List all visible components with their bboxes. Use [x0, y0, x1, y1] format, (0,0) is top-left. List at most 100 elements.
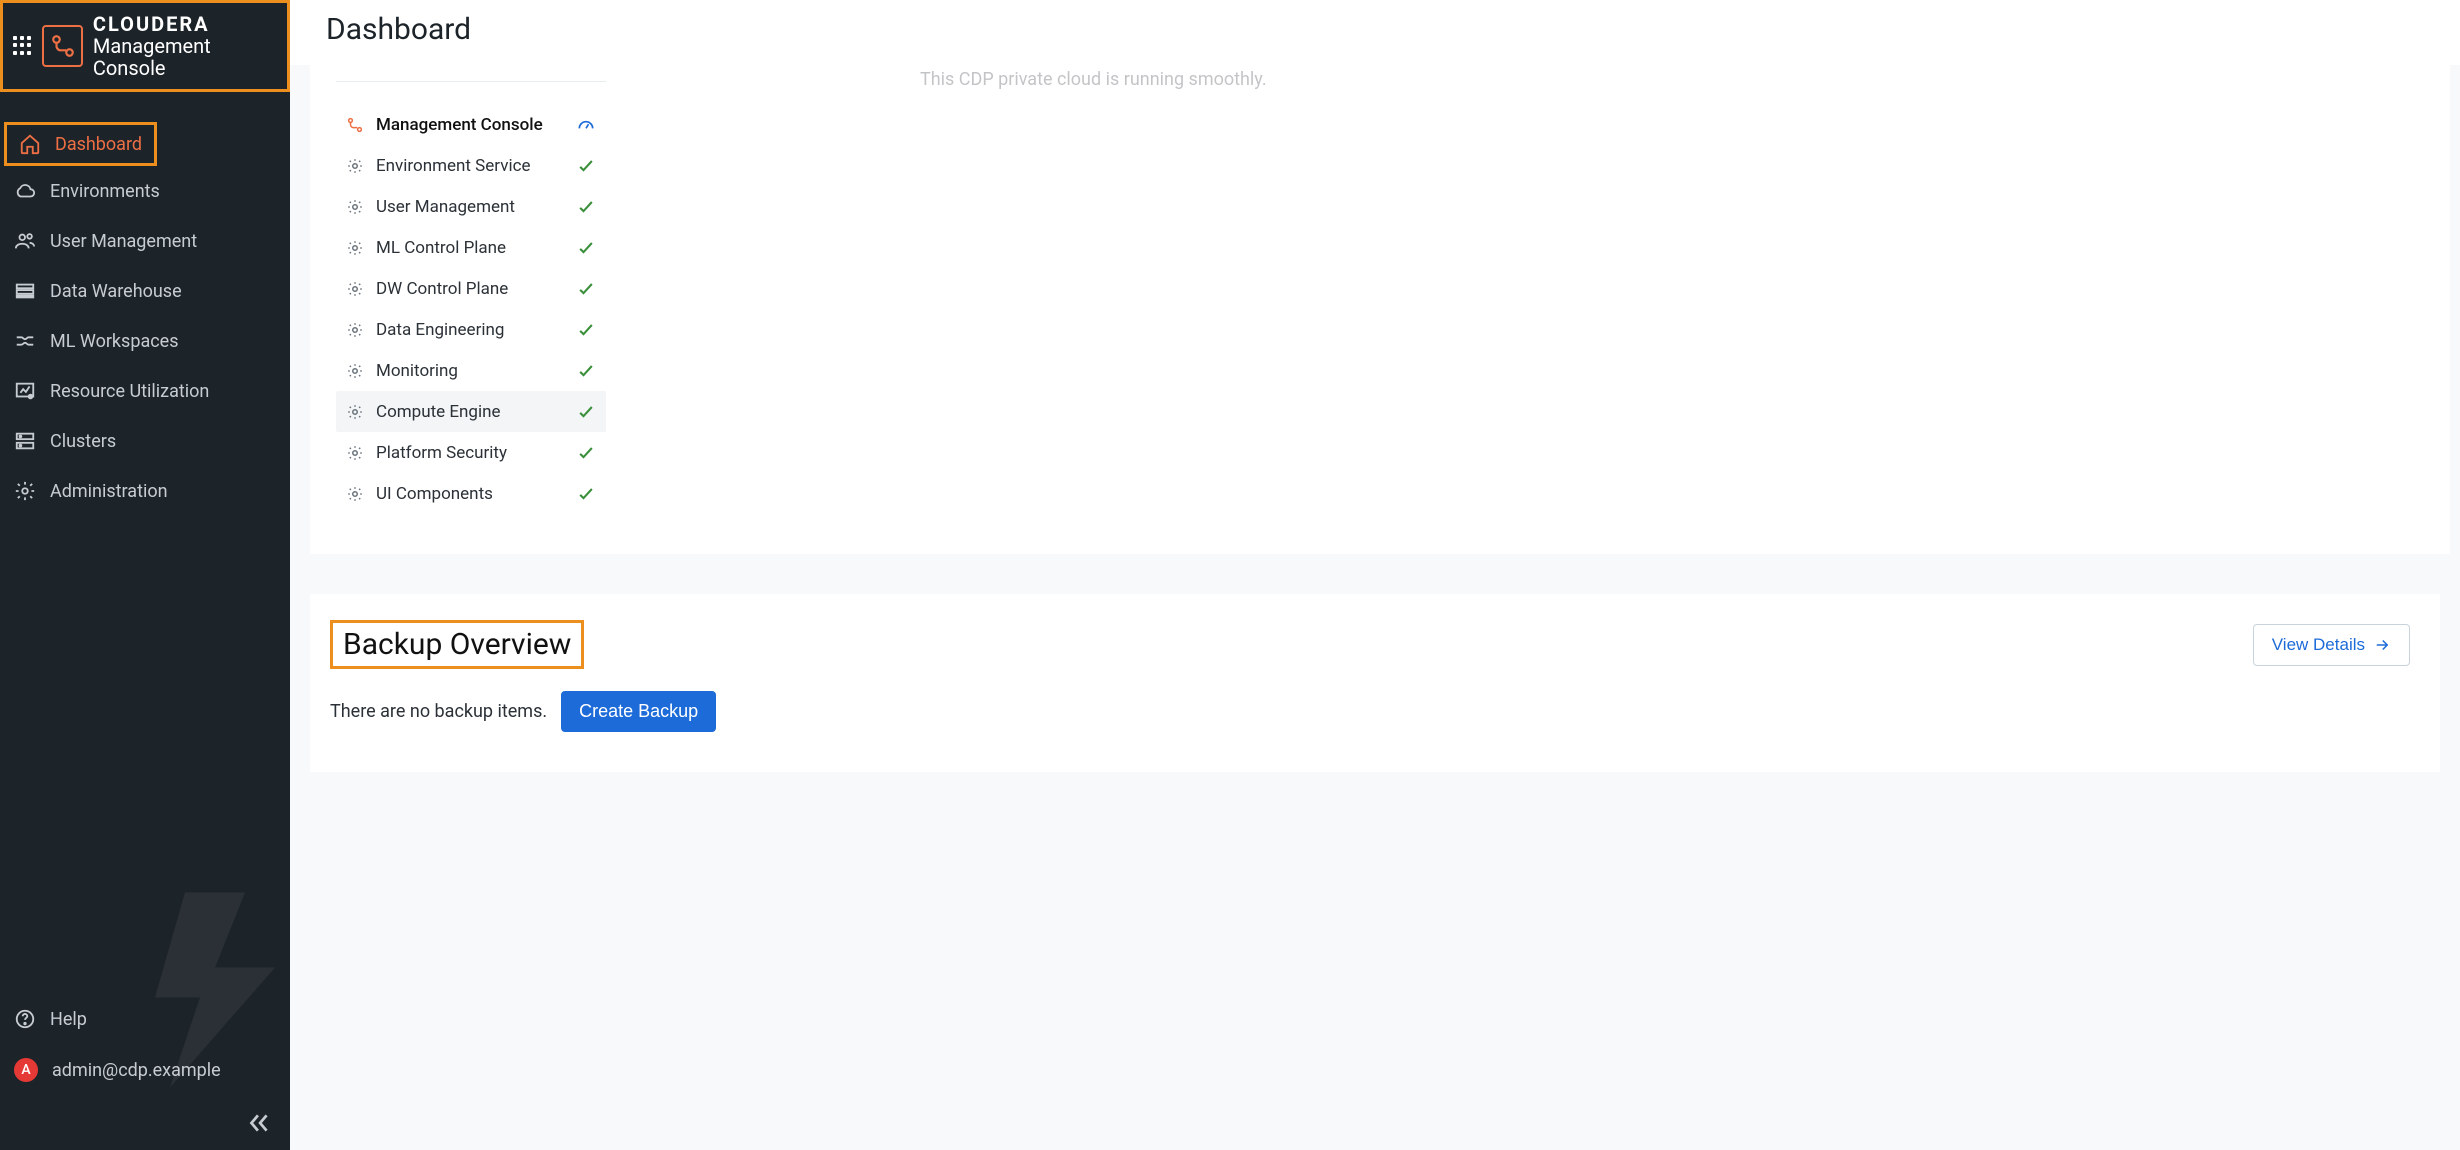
service-header-row[interactable]: Management Console: [336, 104, 606, 145]
sidebar-item-label: Clusters: [50, 431, 116, 452]
check-icon: [576, 197, 596, 217]
main: Dashboard This CDP private cloud is runn…: [290, 0, 2460, 1150]
branch-icon: [346, 116, 364, 134]
gauge-icon: [576, 115, 596, 135]
brand-text: CLOUDERA Management Console: [93, 13, 281, 79]
rows-icon: [14, 280, 36, 302]
home-icon: [19, 133, 41, 155]
sidebar-item-label: User Management: [50, 231, 197, 252]
avatar-initial: A: [21, 1062, 30, 1078]
backup-body: There are no backup items. Create Backup: [330, 691, 2410, 732]
view-details-button[interactable]: View Details: [2253, 624, 2410, 666]
sidebar-item-help[interactable]: Help: [0, 994, 290, 1044]
cloud-icon: [14, 180, 36, 202]
server-icon: [14, 430, 36, 452]
service-row[interactable]: Compute Engine: [336, 391, 606, 432]
apps-grid-icon[interactable]: [13, 36, 32, 56]
sidebar-item-label: Help: [50, 1009, 87, 1030]
avatar: A: [14, 1058, 38, 1082]
check-icon: [576, 156, 596, 176]
gear-icon: [346, 280, 364, 298]
sidebar-item-environments[interactable]: Environments: [0, 166, 290, 216]
service-row[interactable]: Platform Security: [336, 432, 606, 473]
sidebar-item-label: Environments: [50, 181, 160, 202]
sidebar-footer: Help A admin@cdp.example: [0, 994, 290, 1150]
service-row[interactable]: Environment Service: [336, 145, 606, 186]
service-row-label: User Management: [376, 197, 564, 217]
content-area: This CDP private cloud is running smooth…: [290, 65, 2460, 1150]
check-icon: [576, 361, 596, 381]
create-backup-button[interactable]: Create Backup: [561, 691, 716, 732]
service-row-label: Data Engineering: [376, 320, 564, 340]
service-row[interactable]: Data Engineering: [336, 309, 606, 350]
sidebar-item-label: Dashboard: [55, 134, 142, 155]
sidebar: CLOUDERA Management Console Dashboard En…: [0, 0, 290, 1150]
sidebar-item-administration[interactable]: Administration: [0, 466, 290, 516]
backup-header: Backup Overview View Details: [330, 620, 2410, 669]
sidebar-item-label: Data Warehouse: [50, 281, 182, 302]
check-icon: [576, 402, 596, 422]
gear-icon: [346, 198, 364, 216]
backup-empty-text: There are no backup items.: [330, 701, 547, 722]
service-row-label: Monitoring: [376, 361, 564, 381]
logo[interactable]: CLOUDERA Management Console: [42, 13, 281, 79]
sidebar-item-label: Administration: [50, 481, 168, 502]
sidebar-header: CLOUDERA Management Console: [0, 0, 290, 92]
brand-name: CLOUDERA: [93, 13, 281, 35]
check-icon: [576, 443, 596, 463]
check-icon: [576, 320, 596, 340]
backup-title: Backup Overview: [330, 620, 584, 669]
check-icon: [576, 484, 596, 504]
status-banner: This CDP private cloud is running smooth…: [920, 69, 1267, 90]
view-details-label: View Details: [2272, 635, 2365, 655]
sidebar-item-user[interactable]: A admin@cdp.example: [0, 1044, 290, 1096]
gear-icon: [346, 157, 364, 175]
gear-icon: [346, 321, 364, 339]
service-row-label: Platform Security: [376, 443, 564, 463]
service-row[interactable]: DW Control Plane: [336, 268, 606, 309]
page-header: Dashboard: [290, 0, 2460, 65]
service-row[interactable]: UI Components: [336, 473, 606, 514]
sidebar-item-user-management[interactable]: User Management: [0, 216, 290, 266]
sidebar-item-label: Resource Utilization: [50, 381, 209, 402]
brand-subtitle: Management Console: [93, 35, 281, 79]
gear-icon: [346, 239, 364, 257]
user-email: admin@cdp.example: [52, 1060, 221, 1081]
users-icon: [14, 230, 36, 252]
check-icon: [576, 279, 596, 299]
gear-icon: [346, 444, 364, 462]
sidebar-item-resource-utilization[interactable]: Resource Utilization: [0, 366, 290, 416]
logo-mark-icon: [42, 25, 83, 67]
sidebar-collapse[interactable]: [0, 1096, 290, 1150]
gear-icon: [346, 362, 364, 380]
service-row-label: DW Control Plane: [376, 279, 564, 299]
service-row-label: ML Control Plane: [376, 238, 564, 258]
page-title: Dashboard: [326, 12, 2424, 47]
gear-icon: [346, 403, 364, 421]
sidebar-item-data-warehouse[interactable]: Data Warehouse: [0, 266, 290, 316]
chevron-double-left-icon: [246, 1110, 272, 1136]
sidebar-nav: Dashboard Environments User Management D…: [0, 122, 290, 516]
sidebar-item-dashboard[interactable]: Dashboard: [4, 122, 157, 166]
create-backup-label: Create Backup: [579, 701, 698, 721]
service-row[interactable]: ML Control Plane: [336, 227, 606, 268]
service-row[interactable]: Monitoring: [336, 350, 606, 391]
backup-section: Backup Overview View Details There are n…: [310, 594, 2440, 772]
chart-icon: [14, 380, 36, 402]
service-row-label: Compute Engine: [376, 402, 564, 422]
service-header-label: Management Console: [376, 115, 564, 135]
check-icon: [576, 238, 596, 258]
sidebar-item-ml-workspaces[interactable]: ML Workspaces: [0, 316, 290, 366]
gear-icon: [14, 480, 36, 502]
service-row-label: Environment Service: [376, 156, 564, 176]
status-card: This CDP private cloud is running smooth…: [310, 65, 2450, 554]
service-panel: Management Console Environment Service Us…: [336, 81, 606, 514]
sidebar-item-clusters[interactable]: Clusters: [0, 416, 290, 466]
gear-icon: [346, 485, 364, 503]
sidebar-item-label: ML Workspaces: [50, 331, 179, 352]
help-icon: [14, 1008, 36, 1030]
service-row-label: UI Components: [376, 484, 564, 504]
workflow-icon: [14, 330, 36, 352]
service-row[interactable]: User Management: [336, 186, 606, 227]
arrow-right-icon: [2373, 636, 2391, 654]
